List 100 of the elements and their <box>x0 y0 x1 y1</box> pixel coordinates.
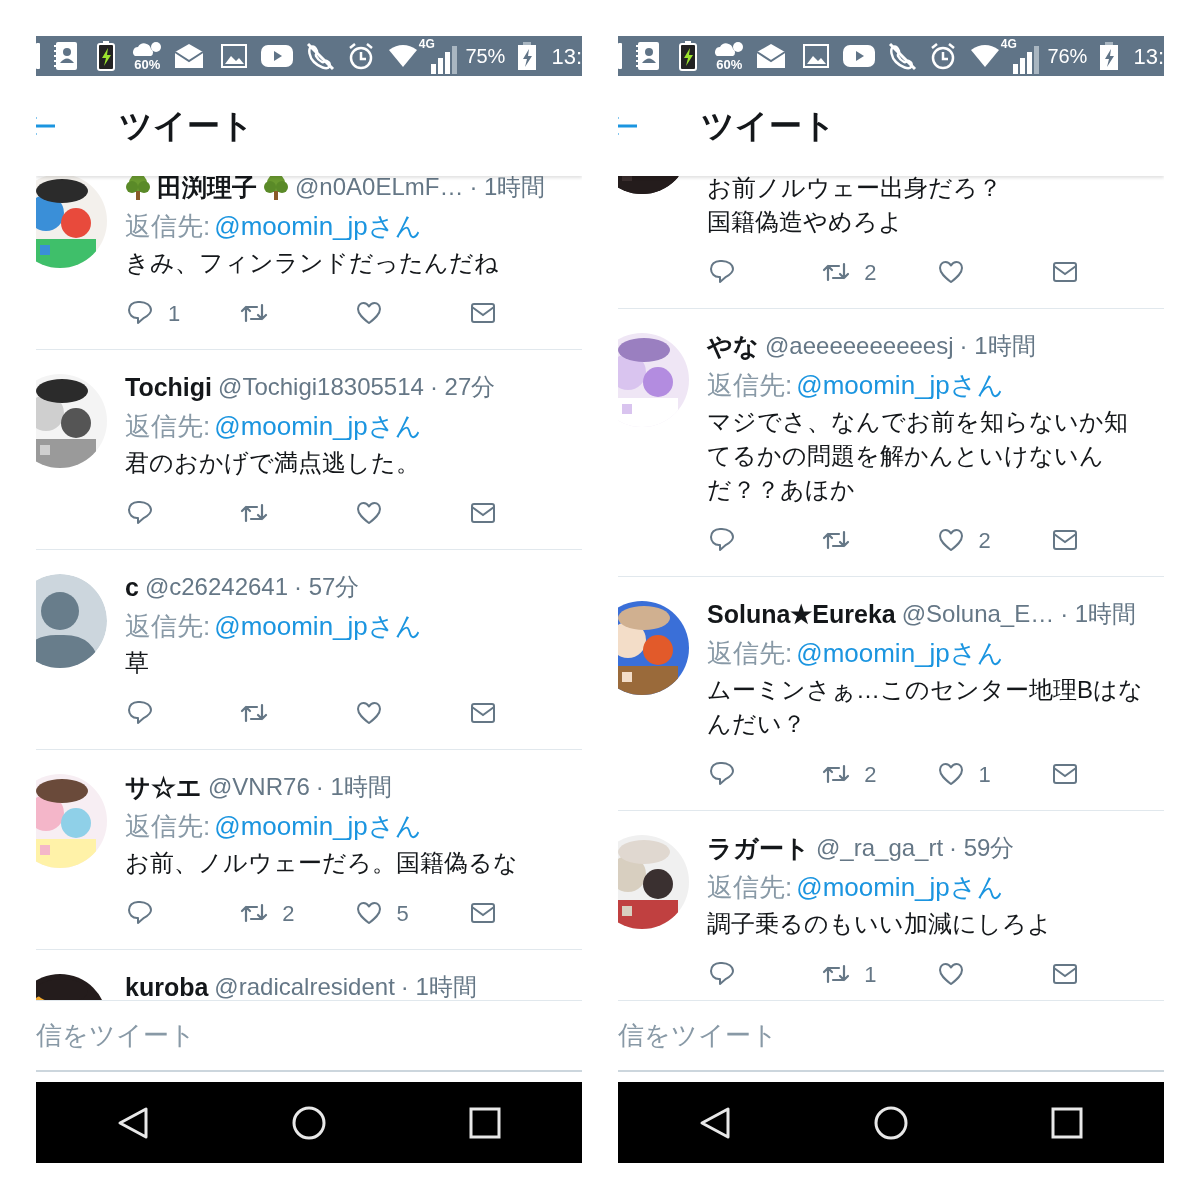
page-title: ツイート <box>119 106 254 147</box>
wifi-icon <box>970 44 999 68</box>
reply-label: 返信先: <box>125 409 211 443</box>
reply-label: 返信先: <box>125 209 211 243</box>
user-handle[interactable]: @Tochigi18305514 <box>218 372 424 402</box>
recent-apps-icon[interactable] <box>1050 1105 1084 1140</box>
tweet-time: · 59分 <box>949 833 1015 863</box>
user-name: c <box>125 572 139 602</box>
tweet-time: · 27分 <box>429 372 496 402</box>
mention-link[interactable]: @moomin_jpさん <box>796 365 1004 405</box>
tweet-time: · 1時間 <box>959 331 1036 361</box>
action-count: 1 <box>978 760 991 789</box>
clock-time: 13: <box>1133 42 1164 71</box>
heart-icon[interactable] <box>354 299 383 327</box>
reply-icon[interactable] <box>126 499 154 527</box>
tweet-time: · 1時間 <box>469 176 546 202</box>
reply-label: 返信先: <box>707 636 793 670</box>
tweet-text: 草 <box>125 648 150 678</box>
home-icon[interactable] <box>874 1105 908 1140</box>
user-handle[interactable]: @c26242641 <box>144 572 289 602</box>
user-handle[interactable]: @n0A0ELmF… <box>295 176 464 202</box>
network-type: 4G <box>418 38 435 50</box>
reply-icon[interactable] <box>708 960 736 988</box>
heart-icon[interactable] <box>936 258 965 286</box>
reply-icon[interactable] <box>126 299 154 327</box>
page-title: ツイート <box>701 106 836 147</box>
heart-icon[interactable] <box>354 699 383 727</box>
tweet-text: お前、ノルウェーだろ。国籍偽るな <box>125 848 519 878</box>
tree-icon <box>263 176 289 201</box>
user-handle[interactable]: @_ra_ga_rt <box>816 833 944 863</box>
heart-icon[interactable] <box>936 526 965 554</box>
weather-percent: 60% <box>134 58 161 72</box>
battery-percent: 76% <box>1047 44 1088 69</box>
home-icon[interactable] <box>292 1105 326 1140</box>
battery-percent: 75% <box>465 44 506 69</box>
user-handle[interactable]: @Soluna_E… <box>901 599 1055 629</box>
action-count: 1 <box>864 960 877 989</box>
mention-link[interactable]: @moomin_jpさん <box>796 867 1004 907</box>
reply-label: 返信先: <box>707 368 793 402</box>
heart-icon[interactable] <box>354 499 383 527</box>
user-handle[interactable]: @aeeeeeeeeeesj <box>765 331 954 361</box>
tweet-time: · 57分 <box>294 572 360 602</box>
back-icon[interactable] <box>698 1105 732 1140</box>
image-icon <box>220 44 247 68</box>
tweet-text: 調子乗るのもいい加減にしろよ <box>707 909 1053 939</box>
network-type: 4G <box>1000 38 1017 50</box>
mail-icon <box>172 42 205 70</box>
action-count: 2 <box>864 760 877 789</box>
reply-icon[interactable] <box>708 526 736 554</box>
action-count: 5 <box>396 899 409 928</box>
mention-link[interactable]: @moomin_jpさん <box>214 606 422 646</box>
back-icon[interactable] <box>116 1105 150 1140</box>
reply-icon[interactable] <box>126 699 154 727</box>
contacts-icon <box>634 41 660 71</box>
reply-icon[interactable] <box>126 899 154 927</box>
tweet-time: · 1時間 <box>1060 599 1137 629</box>
tree-icon <box>125 176 151 201</box>
mention-link[interactable]: @moomin_jpさん <box>214 206 422 246</box>
reply-label: 返信先: <box>125 609 211 643</box>
mention-link[interactable]: @moomin_jpさん <box>214 406 422 446</box>
tweet-text: きみ、フィンランドだったんだね <box>125 248 500 278</box>
mail-icon <box>754 42 787 70</box>
user-name: やな <box>707 331 759 361</box>
battery-charging-icon <box>678 41 698 71</box>
heart-icon[interactable] <box>936 960 965 988</box>
battery-icon <box>517 42 538 70</box>
reply-label: 返信先: <box>125 809 211 843</box>
video-play-icon <box>842 44 875 68</box>
user-name: kuroba <box>125 972 209 1000</box>
tweet-time: · 1時間 <box>400 972 477 1000</box>
user-handle[interactable]: @VNR76 <box>208 772 310 802</box>
tweet-time: · 1時間 <box>315 772 392 802</box>
tweet-text: 君のおかげで満点逃した。 <box>125 448 421 478</box>
user-name: ラガート <box>707 833 810 863</box>
user-name: Soluna★Eureka <box>707 599 896 629</box>
action-count: 2 <box>282 899 295 928</box>
default-avatar-icon <box>36 574 107 668</box>
wifi-icon <box>388 44 417 68</box>
action-count: 2 <box>864 258 877 287</box>
mention-link[interactable]: @moomin_jpさん <box>214 806 422 846</box>
tweet-text: お前ノルウェー出身だろ？ 国籍偽造やめろよ <box>707 176 1003 237</box>
tweet-text: ムーミンさぁ…このセンター地理Bはな んだい？ <box>707 675 1144 739</box>
action-count: 2 <box>978 526 991 555</box>
weather-icon <box>713 40 746 58</box>
weather-percent: 60% <box>716 58 743 72</box>
heart-icon[interactable] <box>354 899 383 927</box>
reply-icon[interactable] <box>708 760 736 788</box>
heart-icon[interactable] <box>936 760 965 788</box>
reply-icon[interactable] <box>708 258 736 286</box>
user-name: サ☆エ <box>125 772 202 802</box>
mention-link[interactable]: @moomin_jpさん <box>796 633 1004 673</box>
signal-icon <box>1013 46 1040 74</box>
contacts-icon <box>52 41 78 71</box>
user-handle[interactable]: @radicalresident <box>214 972 395 1000</box>
image-icon <box>802 44 829 68</box>
tweet-text: マジでさ、なんでお前を知らないか知 てるかの問題を解かんといけないん だ？？あほか <box>707 407 1129 505</box>
reply-label: 返信先: <box>707 870 793 904</box>
battery-charging-icon <box>96 41 116 71</box>
clock-time: 13: <box>551 42 582 71</box>
recent-apps-icon[interactable] <box>468 1105 502 1140</box>
